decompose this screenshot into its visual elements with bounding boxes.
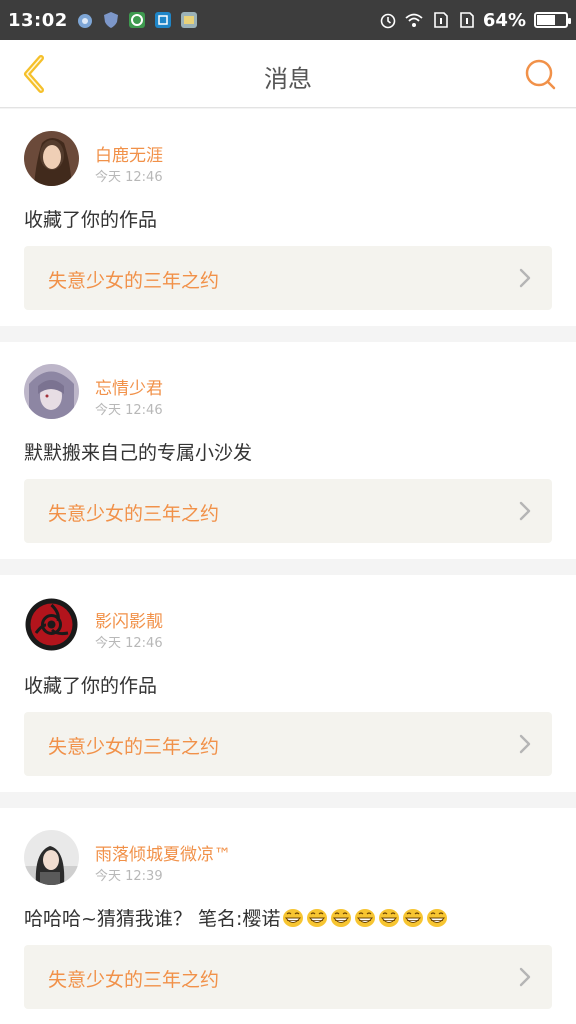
avatar[interactable]	[24, 131, 79, 186]
work-title: 失意少女的三年之约	[48, 503, 220, 525]
work-title: 失意少女的三年之约	[48, 969, 220, 991]
scanner-app-icon	[154, 12, 171, 28]
message-card: 白鹿无涯 今天 12:46 收藏了你的作品 失意少女的三年之约	[0, 109, 576, 326]
message-card: 忘情少君 今天 12:46 默默搬来自己的专属小沙发 失意少女的三年之约	[0, 342, 576, 559]
chevron-right-icon	[519, 734, 531, 754]
cloud-app-icon	[77, 14, 92, 28]
message-text: 哈哈哈~猜猜我谁？ 笔名:樱诺	[24, 904, 448, 931]
message-card: 影闪影靓 今天 12:46 收藏了你的作品 失意少女的三年之约	[0, 575, 576, 792]
shield-app-icon	[103, 12, 118, 28]
message-list: 白鹿无涯 今天 12:46 收藏了你的作品 失意少女的三年之约 忘情少君 今天 …	[0, 109, 576, 1024]
work-link[interactable]: 失意少女的三年之约	[24, 246, 552, 310]
browser-app-icon	[128, 12, 145, 28]
grinning-face-icon	[403, 909, 424, 927]
message-text-content: 默默搬来自己的专属小沙发	[24, 442, 253, 464]
message-text-content: 哈哈哈~猜猜我谁？ 笔名:樱诺	[24, 908, 281, 930]
work-link[interactable]: 失意少女的三年之约	[24, 712, 552, 776]
work-title: 失意少女的三年之约	[48, 270, 220, 292]
gallery-app-icon	[180, 12, 197, 28]
grinning-face-icon	[331, 909, 352, 927]
message-time: 今天 12:46	[95, 403, 163, 418]
message-time: 今天 12:46	[95, 170, 163, 185]
grinning-face-icon	[379, 909, 400, 927]
avatar[interactable]	[24, 597, 79, 652]
page-title: 消息	[264, 65, 312, 93]
message-text-content: 收藏了你的作品	[24, 675, 158, 697]
username[interactable]: 白鹿无涯	[95, 141, 163, 166]
username[interactable]: 影闪影靓	[95, 607, 163, 632]
message-text: 收藏了你的作品	[24, 205, 157, 232]
grinning-face-icon	[307, 909, 328, 927]
grinning-face-icon	[355, 909, 376, 927]
work-link[interactable]: 失意少女的三年之约	[24, 945, 552, 1009]
username[interactable]: 忘情少君	[95, 374, 163, 399]
search-icon	[525, 59, 556, 90]
avatar[interactable]	[24, 364, 79, 419]
notification-icons	[76, 11, 198, 29]
status-time: 13:02	[8, 9, 68, 31]
battery-percent: 64%	[482, 9, 526, 31]
work-title: 失意少女的三年之约	[48, 736, 220, 758]
grinning-face-icon	[427, 909, 448, 927]
top-navigation-bar: 消息	[0, 40, 576, 108]
work-link[interactable]: 失意少女的三年之约	[24, 479, 552, 543]
message-time: 今天 12:39	[95, 869, 163, 884]
battery-level	[537, 15, 555, 25]
chevron-right-icon	[519, 268, 531, 288]
username[interactable]: 雨落倾城夏微凉™	[95, 840, 231, 865]
message-time: 今天 12:46	[95, 636, 163, 651]
message-text: 收藏了你的作品	[24, 671, 157, 698]
chevron-right-icon	[519, 967, 531, 987]
grinning-face-icon	[283, 909, 304, 927]
emoji-row	[280, 908, 448, 930]
alarm-clock-icon	[380, 13, 396, 29]
wifi-icon	[405, 13, 423, 27]
message-text-content: 收藏了你的作品	[24, 209, 158, 231]
avatar[interactable]	[24, 830, 79, 885]
sim1-signal-icon	[434, 12, 448, 28]
status-bar: 13:02 64%	[0, 0, 576, 40]
message-text: 默默搬来自己的专属小沙发	[24, 438, 252, 465]
chevron-right-icon	[519, 501, 531, 521]
battery-icon	[534, 12, 571, 28]
message-card: 雨落倾城夏微凉™ 今天 12:39 哈哈哈~猜猜我谁？ 笔名:樱诺 失意少女的三…	[0, 808, 576, 1024]
sim2-signal-icon	[460, 12, 474, 28]
search-button[interactable]	[518, 52, 562, 96]
